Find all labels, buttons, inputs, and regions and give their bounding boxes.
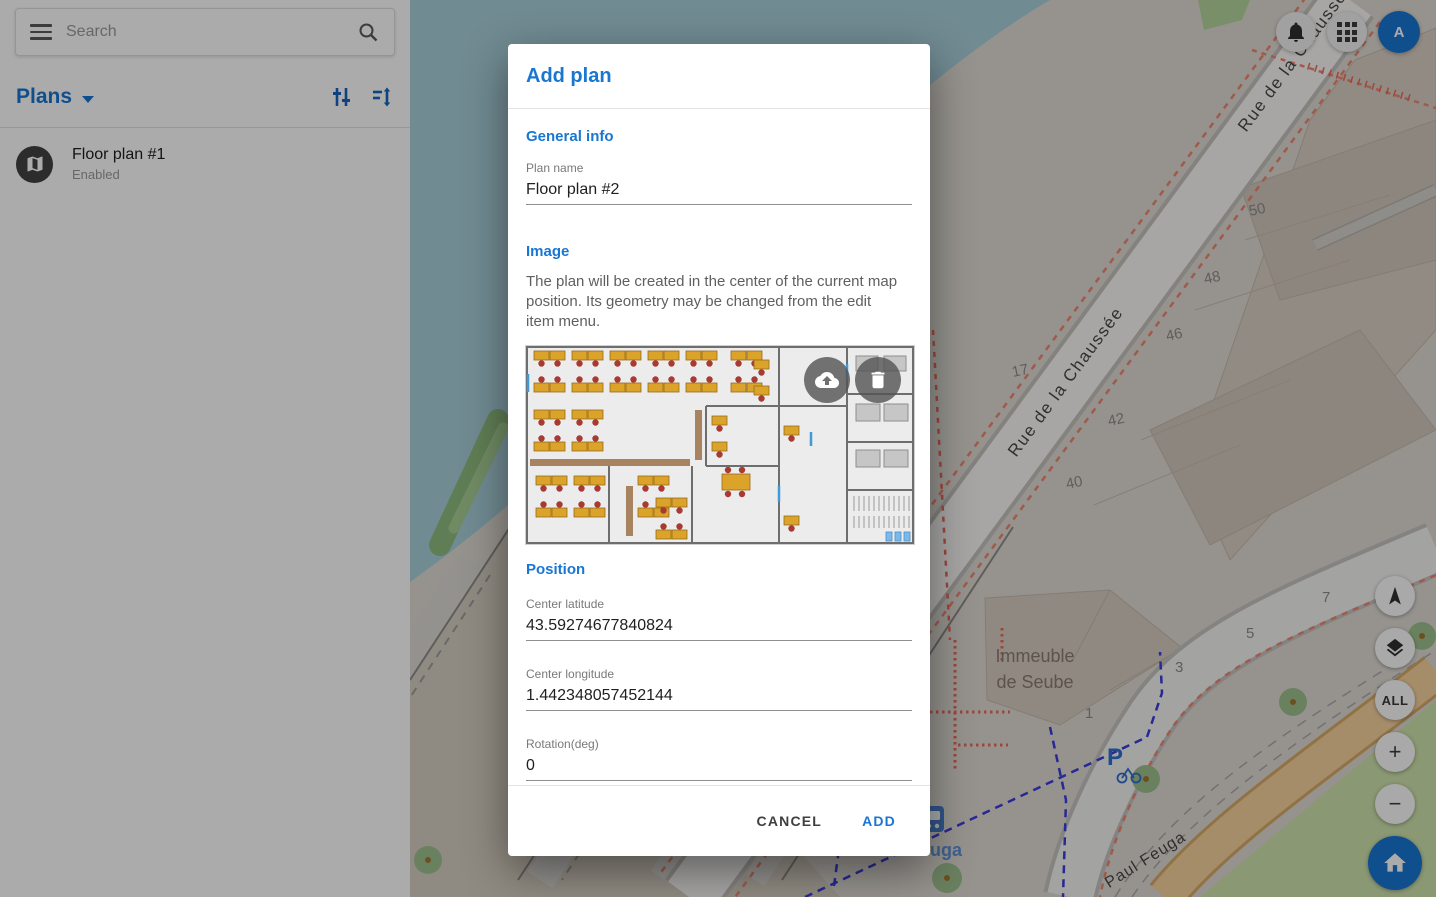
latitude-label: Center latitude xyxy=(526,597,912,611)
dialog-footer: CANCEL ADD xyxy=(508,785,930,856)
trash-icon xyxy=(867,369,889,391)
plan-name-value[interactable]: Floor plan #2 xyxy=(526,181,912,205)
upload-image-button[interactable] xyxy=(804,357,850,403)
add-plan-dialog: Add plan General info Plan name Floor pl… xyxy=(508,44,930,856)
latitude-field[interactable]: Center latitude 43.59274677840824 xyxy=(526,597,912,641)
longitude-field[interactable]: Center longitude 1.442348057452144 xyxy=(526,667,912,711)
section-position: Position xyxy=(526,561,585,578)
dialog-header: Add plan xyxy=(508,44,930,109)
section-general-info: General info xyxy=(526,128,614,145)
rotation-value[interactable]: 0 xyxy=(526,757,912,781)
latitude-value[interactable]: 43.59274677840824 xyxy=(526,617,912,641)
delete-image-button[interactable] xyxy=(855,357,901,403)
longitude-value[interactable]: 1.442348057452144 xyxy=(526,687,912,711)
rotation-field[interactable]: Rotation(deg) 0 xyxy=(526,737,912,781)
app-screen: P Rue de la Chaussée Rue de la Chaussée … xyxy=(0,0,1436,897)
section-image: Image xyxy=(526,243,569,260)
add-button[interactable]: ADD xyxy=(858,805,900,837)
longitude-label: Center longitude xyxy=(526,667,912,681)
cloud-upload-icon xyxy=(815,368,839,392)
image-description: The plan will be created in the center o… xyxy=(526,272,898,332)
rotation-label: Rotation(deg) xyxy=(526,737,912,751)
plan-name-label: Plan name xyxy=(526,161,912,175)
dialog-title: Add plan xyxy=(526,65,612,88)
floor-plan-image xyxy=(525,345,915,545)
cancel-button[interactable]: CANCEL xyxy=(753,805,827,837)
plan-name-field[interactable]: Plan name Floor plan #2 xyxy=(526,161,912,205)
